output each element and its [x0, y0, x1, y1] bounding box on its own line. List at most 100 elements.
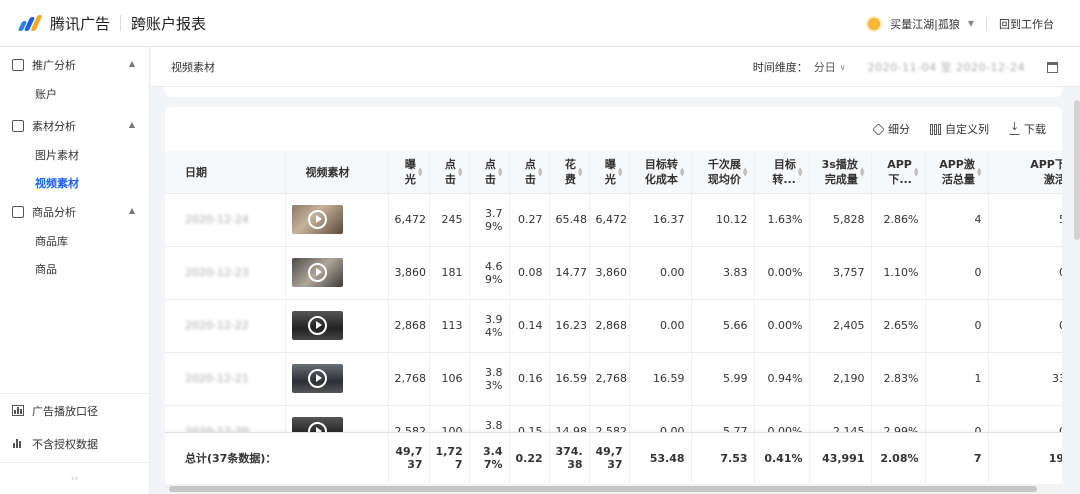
- column-header[interactable]: 点 击▲ ▼: [509, 151, 550, 194]
- column-header[interactable]: 点 击▲ ▼: [469, 151, 510, 194]
- sort-icon[interactable]: ▲ ▼: [680, 166, 685, 177]
- table-row[interactable]: 2020-12-23 3,860 181 4.6 9% 0.08 14.77 3,860 0.…: [165, 246, 1062, 300]
- video-thumbnail-cell: [285, 246, 389, 300]
- column-header[interactable]: 点 击▲ ▼: [429, 151, 470, 194]
- total-cell: 49,7 37: [589, 433, 630, 483]
- calendar-icon[interactable]: [1047, 61, 1058, 73]
- horizontal-scrollbar[interactable]: [165, 484, 1062, 494]
- metric-cell: 0.00: [988, 246, 1062, 300]
- play-icon[interactable]: [307, 210, 327, 229]
- video-thumbnail[interactable]: [291, 258, 343, 287]
- sort-icon[interactable]: ▲ ▼: [458, 166, 463, 177]
- sidebar-item-account[interactable]: 账户: [0, 80, 149, 108]
- video-thumbnail[interactable]: [291, 311, 343, 340]
- chevron-up-icon[interactable]: ▲: [129, 120, 135, 129]
- total-cell: 7.53: [691, 433, 755, 483]
- chevron-up-icon[interactable]: ▲: [129, 59, 135, 68]
- sort-icon[interactable]: ▲ ▼: [418, 166, 423, 177]
- download-button[interactable]: 下载: [1009, 120, 1046, 137]
- chevron-down-icon[interactable]: ∨: [840, 63, 846, 72]
- column-header[interactable]: 曝 光▲ ▼: [589, 151, 630, 194]
- sort-icon[interactable]: ▲ ▼: [618, 166, 623, 177]
- column-header[interactable]: 千次展 现均价▲ ▼: [691, 151, 755, 194]
- column-header[interactable]: 花 费▲ ▼: [549, 151, 590, 194]
- metric-cell: 0.16: [509, 352, 550, 406]
- exclude-authorized-data-option[interactable]: 不含授权数据: [0, 427, 149, 460]
- total-cell: 0.41%: [754, 433, 810, 483]
- account-switcher[interactable]: 买量江湖|孤狼: [890, 16, 960, 32]
- metric-cell: 2.65%: [871, 299, 926, 353]
- custom-columns-button[interactable]: 自定义列: [930, 121, 989, 137]
- sidebar-collapse-button[interactable]: ›‹: [0, 462, 149, 494]
- sidebar-item-image-creative[interactable]: 图片素材: [0, 141, 149, 169]
- vertical-scrollbar-thumb[interactable]: [1074, 100, 1080, 240]
- sidebar-group-label: 商品分析: [32, 206, 76, 219]
- metric-cell: 0.14: [509, 299, 550, 353]
- ad-play-caliber-option[interactable]: 广告播放口径: [0, 394, 149, 427]
- column-header[interactable]: 曝 光▲ ▼: [388, 151, 430, 194]
- breakdown-button[interactable]: 细分: [872, 121, 910, 137]
- column-header[interactable]: 目标转 化成本▲ ▼: [629, 151, 692, 194]
- table-row[interactable]: 2020-12-24 6,472 245 3.7 9% 0.27 65.48 6,472 16…: [165, 193, 1062, 247]
- chevron-down-icon[interactable]: ▼: [968, 19, 974, 28]
- metric-cell: 0.27: [509, 193, 550, 247]
- play-icon[interactable]: [307, 369, 327, 388]
- table-row[interactable]: 2020-12-21 2,768 106 3.8 3% 0.16 16.59 2,768 16…: [165, 352, 1062, 406]
- column-header[interactable]: 日期: [165, 151, 286, 194]
- granularity-select[interactable]: 分日: [814, 59, 836, 75]
- sidebar-group-creative-analysis[interactable]: 素材分析 ▲: [0, 111, 149, 141]
- metric-cell: 4.6 9%: [469, 246, 510, 300]
- total-cell: 53.48: [629, 433, 692, 483]
- table-toolbar: 细分 自定义列 下载: [853, 120, 1046, 137]
- sidebar-item-product-library[interactable]: 商品库: [0, 227, 149, 255]
- metric-cell: 2,768: [388, 352, 430, 406]
- sort-icon[interactable]: ▲ ▼: [914, 166, 919, 177]
- date-range-picker[interactable]: 2020-11-04 至 2020-12-24: [868, 59, 1025, 75]
- chevron-up-icon[interactable]: ▲: [129, 206, 135, 215]
- report-icon: [12, 59, 24, 71]
- column-header[interactable]: APP下载 激活率▲▼: [988, 151, 1062, 194]
- sidebar-item-video-creative[interactable]: 视频素材: [0, 169, 149, 197]
- metric-cell: 16.59: [549, 352, 590, 406]
- column-header[interactable]: APP激 活总量▲ ▼: [925, 151, 989, 194]
- back-to-workbench-link[interactable]: 回到工作台: [999, 16, 1054, 32]
- report-table: 日期 视频素材曝 光▲ ▼ 点 击▲ ▼ 点 击▲ ▼ 点 击▲ ▼ 花 费▲ ▼ 曝 光▲ ▼ 目标转 …: [165, 151, 1062, 459]
- video-thumbnail[interactable]: [291, 364, 343, 393]
- total-cell: 7: [925, 433, 989, 483]
- column-header-label: 点 击: [524, 157, 536, 186]
- sort-icon[interactable]: ▲ ▼: [977, 166, 982, 177]
- column-header[interactable]: 3s播放 完成量▲ ▼: [809, 151, 872, 194]
- total-cell: 1,72 7: [429, 433, 470, 483]
- account-avatar-icon[interactable]: [866, 15, 883, 32]
- page-title: 跨账户报表: [131, 14, 207, 33]
- sort-icon[interactable]: ▲ ▼: [860, 166, 865, 177]
- sidebar-item-product[interactable]: 商品: [0, 255, 149, 283]
- time-dimension-label: 时间维度：: [752, 61, 808, 74]
- breakdown-label: 细分: [888, 123, 910, 136]
- sort-icon[interactable]: ▲ ▼: [578, 166, 583, 177]
- play-icon[interactable]: [307, 316, 327, 335]
- video-thumbnail[interactable]: [291, 205, 343, 234]
- sort-icon[interactable]: ▲ ▼: [743, 166, 748, 177]
- date-cell: 2020-12-23: [165, 246, 286, 300]
- column-header[interactable]: APP 下...▲ ▼: [871, 151, 926, 194]
- sort-icon[interactable]: ▲ ▼: [798, 166, 803, 177]
- sort-icon[interactable]: ▲ ▼: [538, 166, 543, 177]
- metric-cell: 16.59: [629, 352, 692, 406]
- column-header[interactable]: 目标 转...▲ ▼: [754, 151, 810, 194]
- total-cell: 374. 38: [549, 433, 590, 483]
- sidebar-group-product-analysis[interactable]: 商品分析 ▲: [0, 197, 149, 227]
- column-header[interactable]: 视频素材: [285, 151, 389, 194]
- metric-cell: 2,768: [589, 352, 630, 406]
- brand-name: 腾讯广告: [50, 14, 111, 33]
- metric-cell: 5,828: [809, 193, 872, 247]
- column-header-label: APP下载 激活率: [1030, 157, 1062, 186]
- sidebar-group-promotion-analysis[interactable]: 推广分析 ▲: [0, 50, 149, 80]
- sort-icon[interactable]: ▲ ▼: [498, 166, 503, 177]
- date-cell: 2020-12-22: [165, 299, 286, 353]
- play-icon[interactable]: [307, 263, 327, 282]
- layers-icon: [872, 122, 885, 136]
- metric-cell: 2,868: [589, 299, 630, 353]
- table-row[interactable]: 2020-12-22 2,868 113 3.9 4% 0.14 16.23 2,868 0.…: [165, 299, 1062, 353]
- horizontal-scrollbar-thumb[interactable]: [169, 486, 1037, 492]
